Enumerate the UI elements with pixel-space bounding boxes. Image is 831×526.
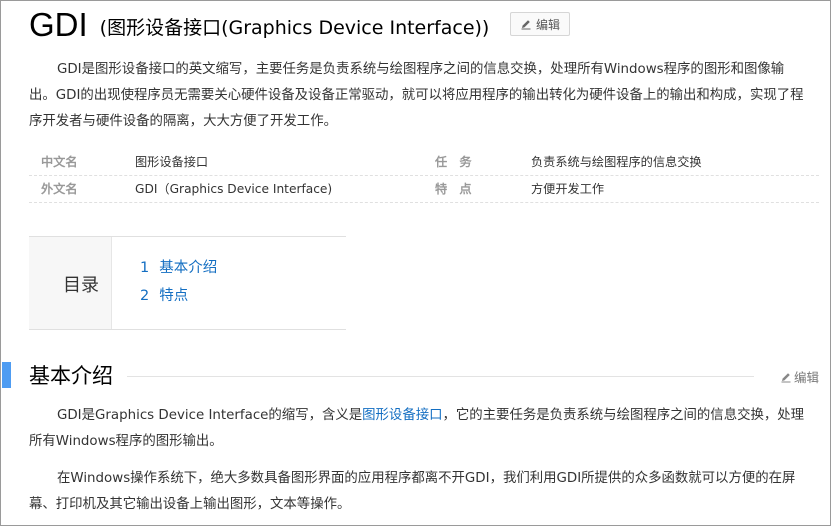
section-paragraph-1: GDI是Graphics Device Interface的缩写，含义是图形设备…	[29, 403, 814, 455]
toc-item-features[interactable]: 2 特点	[140, 284, 188, 305]
section-edit-label: 编辑	[794, 370, 820, 385]
toc-item-number: 2	[140, 288, 150, 304]
toc-title: 目录	[63, 275, 99, 296]
section-edit-button[interactable]: 编辑	[780, 367, 819, 386]
title-main: GDI	[29, 6, 88, 43]
edit-button-label: 编辑	[535, 17, 560, 32]
info-value: 方便开发工作	[531, 182, 605, 196]
info-row: 外文名 GDI（Graphics Device Interface) 特 点 方…	[29, 176, 819, 203]
toc-item-number: 1	[140, 260, 150, 276]
info-value: 负责系统与绘图程序的信息交换	[531, 155, 702, 169]
toc-item-basic-intro[interactable]: 1 基本介绍	[140, 256, 217, 277]
pencil-icon	[521, 20, 531, 30]
link-graphics-device-interface[interactable]: 图形设备接口	[362, 408, 442, 423]
table-of-contents: 目录 1 基本介绍 2 特点	[29, 236, 346, 330]
intro-paragraph: GDI是图形设备接口的英文缩写，主要任务是负责系统与绘图程序之间的信息交换，处理…	[29, 62, 804, 129]
info-value: 图形设备接口	[135, 155, 209, 169]
para-text: GDI是Graphics Device Interface的缩写，含义是	[57, 408, 363, 423]
toc-item-label: 特点	[159, 288, 189, 304]
info-box: 中文名 图形设备接口 任 务 负责系统与绘图程序的信息交换 外文名 GDI（Gr…	[29, 149, 819, 203]
pencil-icon	[781, 372, 791, 382]
edit-button[interactable]: 编辑	[510, 12, 570, 36]
info-label: 特 点	[435, 182, 472, 196]
toc-item-label: 基本介绍	[159, 260, 218, 276]
info-label: 中文名	[41, 155, 78, 169]
info-row: 中文名 图形设备接口 任 务 负责系统与绘图程序的信息交换	[29, 149, 819, 176]
section-divider	[127, 376, 754, 377]
toc-title-panel: 目录	[29, 237, 112, 329]
section-paragraph-2: 在Windows操作系统下，绝大多数具备图形界面的应用程序都离不开GDI，我们利…	[29, 471, 796, 512]
page-title: GDI (图形设备接口(Graphics Device Interface))	[29, 5, 489, 45]
title-subtitle: (图形设备接口(Graphics Device Interface))	[99, 17, 490, 39]
section-accent-bar	[2, 362, 11, 388]
section-title: 基本介绍	[29, 364, 113, 388]
info-label: 外文名	[41, 182, 78, 196]
info-label: 任 务	[435, 155, 472, 169]
info-value: GDI（Graphics Device Interface)	[135, 182, 333, 196]
